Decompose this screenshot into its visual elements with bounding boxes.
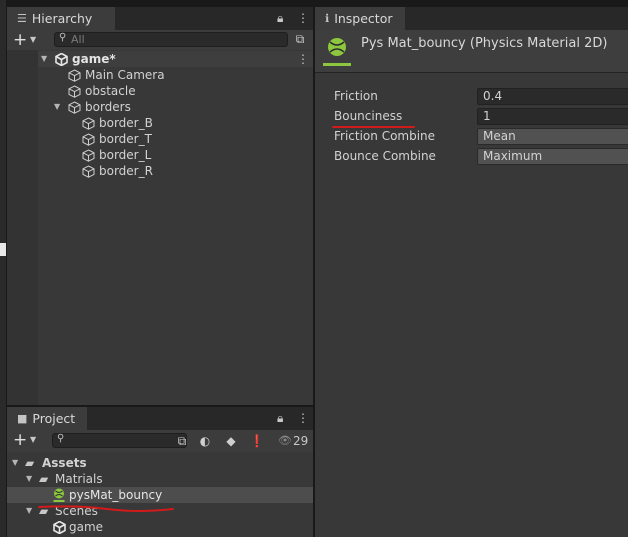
bounciness-field[interactable]: 1 <box>477 108 628 125</box>
tab-hierarchy[interactable]: ☰ Hierarchy <box>7 7 115 30</box>
hierarchy-list-icon: ☰ <box>17 12 27 25</box>
inspector-panel: ℹ Inspector Pys Mat_bouncy (Physics Mate… <box>315 7 628 537</box>
item-label: obstacle <box>85 84 136 98</box>
red-annotation-underline <box>38 505 174 512</box>
tab-inspector[interactable]: ℹ Inspector <box>315 7 405 30</box>
folder-icon: ■ <box>17 412 28 425</box>
hierarchy-search-box[interactable]: ⚲ <box>54 32 288 47</box>
more-menu-icon[interactable]: ⋮ <box>297 411 309 425</box>
gameobject-cube-icon <box>82 149 95 162</box>
more-menu-icon[interactable]: ⋮ <box>297 11 309 25</box>
inspector-tabbar: ℹ Inspector <box>315 7 628 30</box>
create-dropdown-icon[interactable]: ▼ <box>30 30 36 50</box>
project-search-box[interactable]: ⚲ <box>52 433 187 448</box>
hierarchy-tab-label: Hierarchy <box>31 11 93 26</box>
inspector-tab-label: Inspector <box>334 11 393 26</box>
hierarchy-search-input[interactable] <box>71 33 271 46</box>
folder-icon: ▰ <box>25 456 35 470</box>
create-plus-icon[interactable]: + <box>13 30 27 50</box>
lock-icon[interactable]: 🔒︎ <box>277 11 283 26</box>
scene-name: game* <box>72 52 116 66</box>
project-toolbar: + ▼ ⚲ ⧉ ◐ ◆ ❗ 👁︎ 29 <box>7 430 313 452</box>
asset-label: pysMat_bouncy <box>69 488 163 502</box>
item-label: borders <box>85 100 131 114</box>
item-label: border_L <box>99 148 152 162</box>
inspector-header: Pys Mat_bouncy (Physics Material 2D) <box>315 30 628 73</box>
hidden-packages-count: 29 <box>293 434 309 448</box>
scene-expand-icon[interactable]: ▼ <box>41 51 47 67</box>
filter-by-type-icon[interactable]: ◐ <box>197 434 213 449</box>
info-icon: ℹ <box>325 12 330 25</box>
friction-label: Friction <box>334 89 378 103</box>
scenes-expand-icon[interactable]: ▼ <box>26 503 32 519</box>
project-tab-label: Project <box>32 411 76 426</box>
friction-field[interactable]: 0.4 <box>477 88 628 105</box>
bounce-combine-label: Bounce Combine <box>334 149 436 163</box>
item-label: border_T <box>99 132 152 146</box>
friction-combine-dropdown[interactable]: Mean <box>477 128 628 145</box>
borders-expand-icon[interactable]: ▼ <box>54 99 60 115</box>
scene-view-white-marker <box>0 243 6 256</box>
gameobject-cube-icon <box>68 85 81 98</box>
gameobject-cube-icon <box>68 101 81 114</box>
hierarchy-toolbar: + ▼ ⚲ ⧉ <box>7 30 313 50</box>
gameobject-cube-icon <box>68 69 81 82</box>
item-label: Main Camera <box>85 68 165 82</box>
physics-material-icon <box>53 488 65 502</box>
project-search-input[interactable] <box>69 434 169 447</box>
project-panel: ■ Project 🔒︎ ⋮ + ▼ ⚲ ⧉ ◐ ◆ ❗ 👁︎ 29 ▼ ▰ A… <box>7 407 313 537</box>
gameobject-cube-icon <box>82 133 95 146</box>
project-folder-matrials[interactable]: ▼ ▰ Matrials <box>7 471 313 487</box>
hierarchy-panel: ☰ Hierarchy 🔒︎ ⋮ + ▼ ⚲ ⧉ ▼ game* ⋮ Main … <box>7 7 313 405</box>
lock-icon[interactable]: 🔒︎ <box>277 411 283 426</box>
unity-scene-icon <box>53 521 66 534</box>
folder-label: Assets <box>42 456 87 470</box>
tab-project[interactable]: ■ Project <box>7 407 87 430</box>
bounce-combine-dropdown[interactable]: Maximum <box>477 148 628 165</box>
folder-icon: ▰ <box>39 472 49 486</box>
gameobject-cube-icon <box>82 117 95 130</box>
hidden-packages-icon[interactable]: 👁︎ <box>278 433 292 449</box>
project-tabbar: ■ Project 🔒︎ ⋮ <box>7 407 313 430</box>
project-asset-pysmat-bouncy[interactable]: pysMat_bouncy <box>7 487 313 503</box>
project-folder-assets[interactable]: ▼ ▰ Assets <box>7 455 313 471</box>
asset-title: Pys Mat_bouncy (Physics Material 2D) <box>361 36 608 51</box>
filter-by-label-icon[interactable]: ◆ <box>223 434 239 449</box>
search-filter-icon[interactable]: ⧉ <box>292 32 308 47</box>
folder-label: Matrials <box>55 472 103 486</box>
warning-icon[interactable]: ❗ <box>249 434 265 449</box>
item-label: border_R <box>99 164 153 178</box>
scene-more-icon[interactable]: ⋮ <box>297 51 309 67</box>
friction-combine-label: Friction Combine <box>334 129 436 143</box>
search-filter-icon[interactable]: ⧉ <box>174 434 190 449</box>
project-asset-game-scene[interactable]: game <box>7 519 313 535</box>
scene-view-edge <box>0 0 6 537</box>
assets-expand-icon[interactable]: ▼ <box>12 455 18 471</box>
search-icon: ⚲ <box>57 433 65 444</box>
hierarchy-tabbar: ☰ Hierarchy 🔒︎ ⋮ <box>7 7 313 30</box>
search-icon: ⚲ <box>59 32 67 43</box>
item-label: border_B <box>99 116 153 130</box>
bounciness-label: Bounciness <box>334 109 403 123</box>
asset-label: game <box>69 520 104 534</box>
hierarchy-gutter <box>7 50 38 405</box>
create-plus-icon[interactable]: + <box>13 430 27 450</box>
gameobject-cube-icon <box>82 165 95 178</box>
matrials-expand-icon[interactable]: ▼ <box>26 471 32 487</box>
physics-material-icon <box>323 38 351 66</box>
scene-row[interactable]: ▼ game* ⋮ <box>38 51 313 67</box>
create-dropdown-icon[interactable]: ▼ <box>30 430 36 450</box>
unity-scene-icon <box>55 53 68 66</box>
